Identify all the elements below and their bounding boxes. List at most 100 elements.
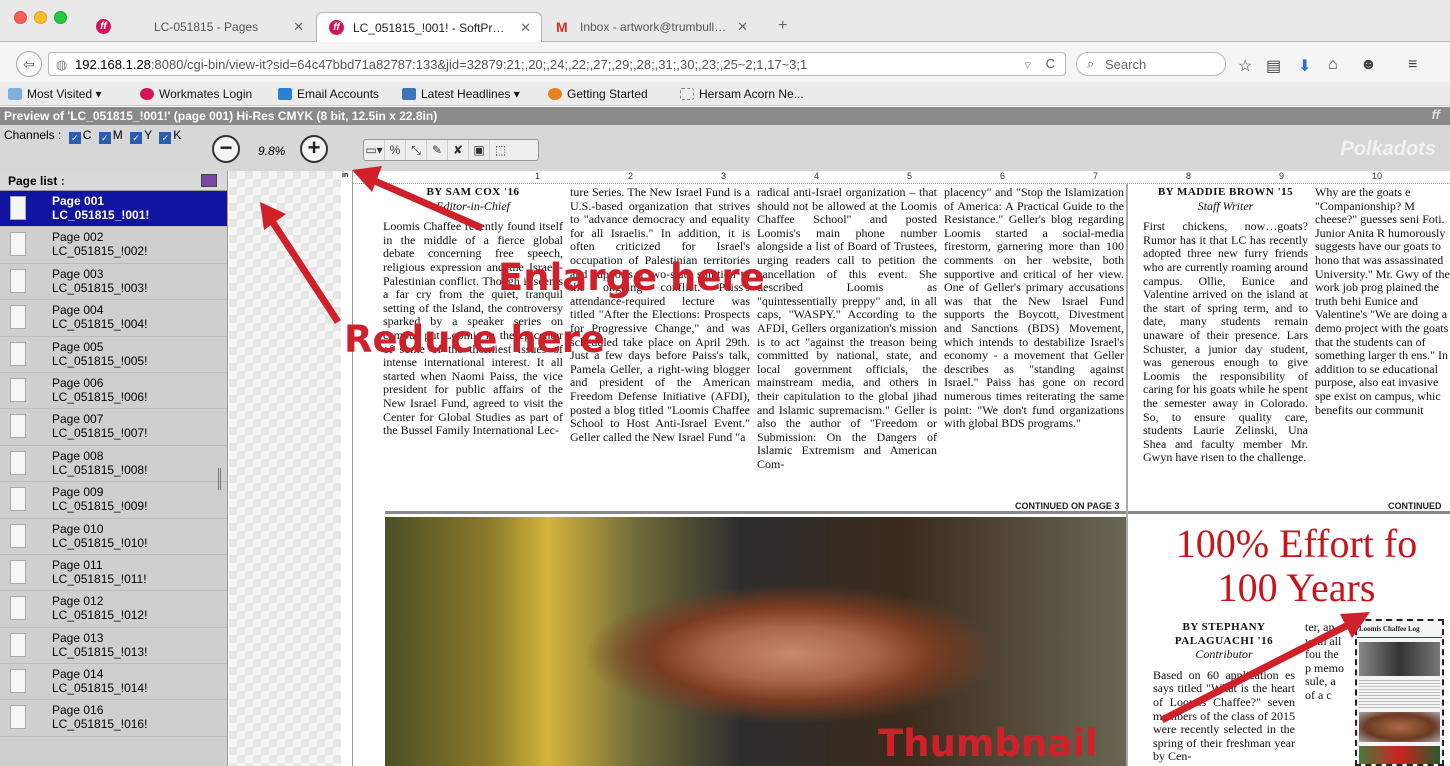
sidebar-resize-handle[interactable] [218,468,221,490]
headline: 100% Effort fo 100 Years [1175,521,1418,610]
minimize-window-button[interactable] [34,11,47,24]
polkadots-logo: Polkadots [1340,138,1436,160]
ruler-unit: in [342,172,349,179]
thumbnail-text-block [1359,679,1440,708]
globe-icon: ◍ [56,57,68,72]
maximize-window-button[interactable] [54,11,67,24]
page-list-panel: Page list : Page 001 LC_051815_!001! Page… [0,171,228,766]
page-thumbnail [10,305,26,330]
page-thumbnail [10,450,26,475]
ruler-tick-label: 3 [721,171,727,181]
page-thumbnail [10,414,26,439]
section-divider [385,511,1450,514]
page-list-item[interactable]: Page 003 LC_051815_!003! [0,264,227,301]
bookmark-latest-headlines[interactable]: Latest Headlines ▾ [402,87,520,101]
bookmark-getting-started[interactable]: Getting Started [548,87,648,101]
tab-label: Inbox - artwork@trumbull… [580,20,727,34]
bookmark-most-visited[interactable]: Most Visited ▾ [8,87,102,101]
tab-softproof[interactable]: ff LC_051815_!001! - SoftPr… ✕ [316,12,542,42]
page-list-item[interactable]: Page 009 LC_051815_!009! [0,482,227,519]
close-tab-icon[interactable]: ✕ [520,20,531,36]
page-list-item[interactable]: Page 011 LC_051815_!011! [0,555,227,592]
tab-bar: ff LC-051815 - Pages ✕ ff LC_051815_!001… [0,0,1450,42]
dropdown-icon[interactable]: ▿ [1024,57,1031,73]
reload-icon[interactable]: C [1046,56,1055,71]
reduce-annotation: Reduce here [344,318,606,361]
fit-icon[interactable]: ⬚ [490,140,511,160]
chat-icon[interactable]: ☻ [1360,56,1377,74]
polkadots-icon [140,88,154,100]
page-list-item[interactable]: Page 016 LC_051815_!016! [0,700,227,737]
annotate-icon[interactable]: ✎ [427,140,448,160]
thumbnail-masthead: Loomis Chaffee Log [1357,621,1442,638]
page-list-item[interactable]: Page 006 LC_051815_!006! [0,373,227,410]
page-list-item[interactable]: Page 012 LC_051815_!012! [0,591,227,628]
percent-icon[interactable]: % [385,140,406,160]
page-list-item[interactable]: Page 007 LC_051815_!007! [0,409,227,446]
checkbox-m[interactable]: ✓ [98,132,111,144]
pages-icon[interactable] [201,174,217,187]
page-list-item[interactable]: Page 010 LC_051815_!010! [0,519,227,555]
window-icon[interactable]: ▣ [469,140,490,160]
back-button[interactable]: ⇦ [16,51,42,77]
bookmark-workmates-login[interactable]: Workmates Login [140,87,252,101]
bookmark-hersam-acorn[interactable]: Hersam Acorn Ne... [680,87,804,101]
thumbnail-photo [1359,711,1440,742]
polkadots-favicon: ff [329,20,344,35]
page-list-item[interactable]: Page 005 LC_051815_!005! [0,337,227,373]
new-tab-button[interactable]: + [778,17,787,35]
download-icon[interactable]: ⬇ [1298,56,1311,76]
ruler-tick-label: 5 [907,171,913,181]
checkbox-y[interactable]: ✓ [130,132,143,144]
tab-pages[interactable]: LC-051815 - Pages ✕ [118,12,314,42]
reading-list-icon[interactable]: ▤ [1266,56,1281,76]
zoom-level: 9.8% [258,144,286,158]
article-text: radical anti-Israel organization – that … [757,186,937,471]
checkbox-k[interactable]: ✓ [159,132,172,144]
zoom-out-button[interactable]: − [212,135,240,163]
byline: BY MADDIE BROWN '15 [1157,186,1294,198]
tab-inbox[interactable]: M Inbox - artwork@trumbull… ✕ [544,12,758,42]
close-window-button[interactable] [14,11,27,24]
bookmark-email-accounts[interactable]: Email Accounts [278,87,379,101]
page-list-item[interactable]: Page 001 LC_051815_!001! [0,191,227,228]
page-thumbnail [10,559,26,584]
article-text: Why are the goats e "Companionship? M ch… [1315,186,1450,417]
navigation-bar: ⇦ ◍ 192.168.1.28:8080/cgi-bin/view-it?si… [0,42,1450,82]
close-tab-icon[interactable]: ✕ [737,19,748,35]
page-thumbnail [10,232,26,257]
article-text: ter, an with all fou the p memo sule, a … [1305,621,1344,702]
page-list-item[interactable]: Page 014 LC_051815_!014! [0,664,227,701]
home-icon[interactable]: ⌂ [1328,56,1338,74]
ruler-tick-label: 6 [1000,171,1006,181]
search-icon: ⌕ [1087,56,1095,71]
bookmark-star-icon[interactable]: ☆ [1238,56,1252,76]
url-path: :8080/cgi-bin/view-it?sid=64c47bbd71a827… [150,57,808,72]
page-list-item[interactable]: Page 004 LC_051815_!004! [0,300,227,337]
folder-icon [8,88,22,100]
email-icon [278,88,292,100]
checkbox-c[interactable]: ✓ [68,132,81,144]
menu-icon[interactable]: ≡ [1408,56,1417,74]
ruler-tick-label: 7 [1093,171,1099,181]
page-list-item[interactable]: Page 008 LC_051815_!008! [0,446,227,483]
search-input[interactable]: ⌕ Search [1076,52,1226,76]
url-host: 192.168.1.28 [75,57,151,72]
article-column-6: Why are the goats e "Companionship? M ch… [1315,186,1450,486]
close-tab-icon[interactable]: ✕ [293,19,304,35]
address-bar[interactable]: ◍ 192.168.1.28:8080/cgi-bin/view-it?sid=… [48,52,1066,76]
page-thumbnail [10,196,26,220]
tab-label: LC_051815_!001! - SoftPr… [353,21,505,35]
ruler-tick-label: 1 [535,171,541,181]
delete-icon[interactable]: ✘ [448,140,469,160]
page-menu-icon[interactable]: ▭▾ [364,140,385,160]
article-text: First chickens, now…goats? Rumor has it … [1143,219,1308,465]
page-list-item[interactable]: Page 013 LC_051815_!013! [0,628,227,665]
page-thumbnail [10,705,26,730]
zoom-in-button[interactable]: + [300,135,328,163]
navigator-thumbnail[interactable]: Loomis Chaffee Log [1355,619,1444,766]
ruler-tick-label: 9 [1279,171,1285,181]
page-list-item[interactable]: Page 002 LC_051815_!002! [0,227,227,264]
measure-icon[interactable]: ⤡ [406,140,427,160]
page-thumbnail [10,341,26,366]
